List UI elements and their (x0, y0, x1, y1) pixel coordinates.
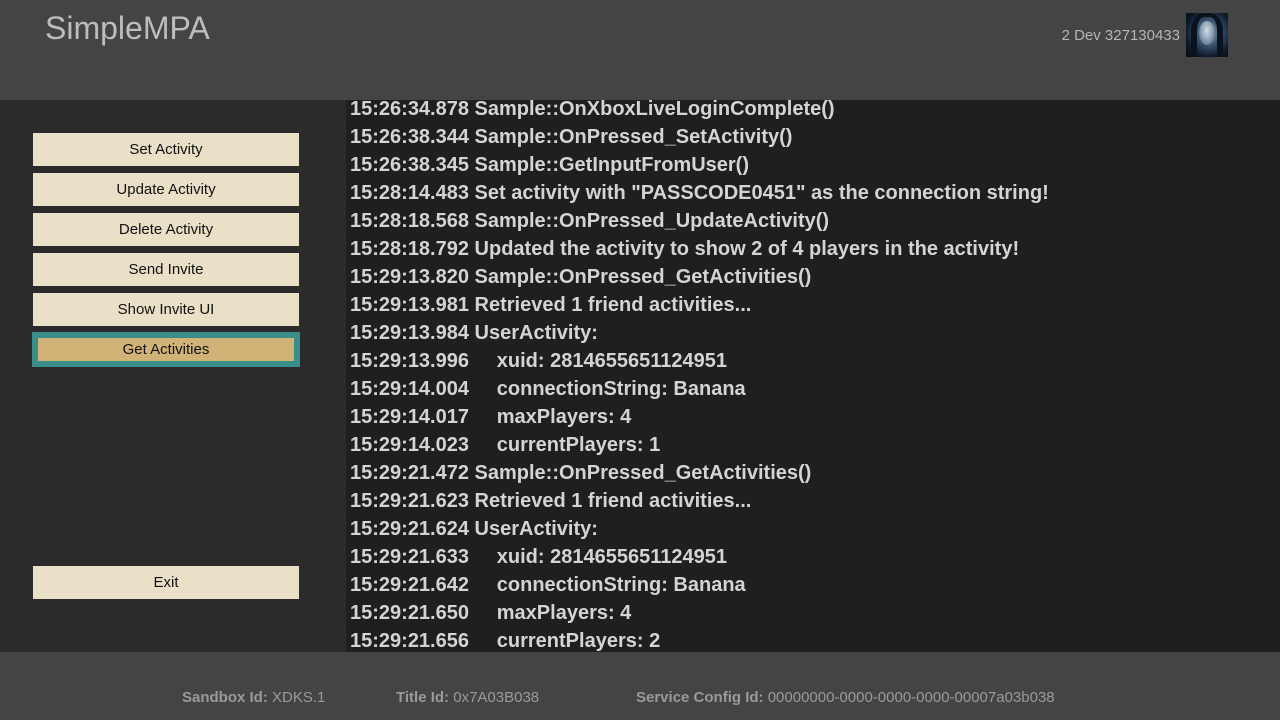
log-line: 15:29:13.996 xuid: 2814655651124951 (350, 350, 727, 372)
log-line: 15:26:38.345 Sample::GetInputFromUser() (350, 154, 750, 176)
log-line: 15:26:34.878 Sample::OnXboxLiveLoginComp… (350, 100, 835, 120)
log-line: 15:29:13.981 Retrieved 1 friend activiti… (350, 294, 752, 316)
log-line: 15:29:13.984 UserActivity: (350, 322, 598, 344)
title-id-value: 0x7A03B038 (453, 689, 540, 706)
log-line: 15:29:21.472 Sample::OnPressed_GetActivi… (350, 462, 812, 484)
send-invite-button[interactable]: Send Invite (33, 253, 299, 286)
log-line: 15:28:18.568 Sample::OnPressed_UpdateAct… (350, 210, 830, 232)
update-activity-button[interactable]: Update Activity (33, 173, 299, 206)
gamertag: 2 Dev 327130433 (1061, 26, 1180, 44)
log-line: 15:29:14.004 connectionString: Banana (350, 378, 746, 400)
log-line: 15:28:18.792 Updated the activity to sho… (350, 238, 1020, 260)
title-id-label: Title Id: (396, 689, 450, 706)
sandbox-id: Sandbox Id: XDKS.1 (182, 689, 325, 706)
log-line: 15:28:14.483 Set activity with "PASSCODE… (350, 182, 1049, 204)
sandbox-id-value: XDKS.1 (272, 689, 326, 706)
log-line: 15:29:14.023 currentPlayers: 1 (350, 434, 661, 456)
sandbox-id-label: Sandbox Id: (182, 689, 268, 706)
avatar-face-shape (1199, 21, 1215, 45)
log-line: 15:29:13.820 Sample::OnPressed_GetActivi… (350, 266, 812, 288)
log-line: 15:29:21.624 UserActivity: (350, 518, 598, 540)
set-activity-button[interactable]: Set Activity (33, 133, 299, 166)
title-id: Title Id: 0x7A03B038 (396, 689, 539, 706)
log-line: 15:29:21.642 connectionString: Banana (350, 574, 746, 596)
log-line: 15:26:38.344 Sample::OnPressed_SetActivi… (350, 126, 793, 148)
header-bar: SimpleMPA 2 Dev 327130433 (0, 0, 1280, 100)
log-line: 15:29:21.650 maxPlayers: 4 (350, 602, 632, 624)
log-console[interactable]: 15:26:34.878 Sample::OnXboxLiveLoginComp… (346, 100, 1280, 652)
service-config-id-value: 00000000-0000-0000-0000-00007a03b038 (767, 689, 1055, 706)
delete-activity-button[interactable]: Delete Activity (33, 213, 299, 246)
exit-button[interactable]: Exit (33, 566, 299, 599)
action-menu: Set Activity Update Activity Delete Acti… (0, 100, 346, 652)
get-activities-button[interactable]: Get Activities (32, 332, 300, 367)
log-line: 15:29:21.656 currentPlayers: 2 (350, 630, 661, 652)
log-line: 15:29:14.017 maxPlayers: 4 (350, 406, 632, 428)
avatar (1186, 13, 1228, 57)
log-line: 15:29:21.633 xuid: 2814655651124951 (350, 546, 727, 568)
service-config-id: Service Config Id: 00000000-0000-0000-00… (636, 689, 1055, 706)
user-info: 2 Dev 327130433 (1062, 13, 1228, 57)
log-line: 15:29:21.623 Retrieved 1 friend activiti… (350, 490, 752, 512)
app-title: SimpleMPA (45, 10, 210, 46)
show-invite-ui-button[interactable]: Show Invite UI (33, 293, 299, 326)
footer-bar: Sandbox Id: XDKS.1 Title Id: 0x7A03B038 … (0, 652, 1280, 720)
service-config-id-label: Service Config Id: (636, 689, 764, 706)
